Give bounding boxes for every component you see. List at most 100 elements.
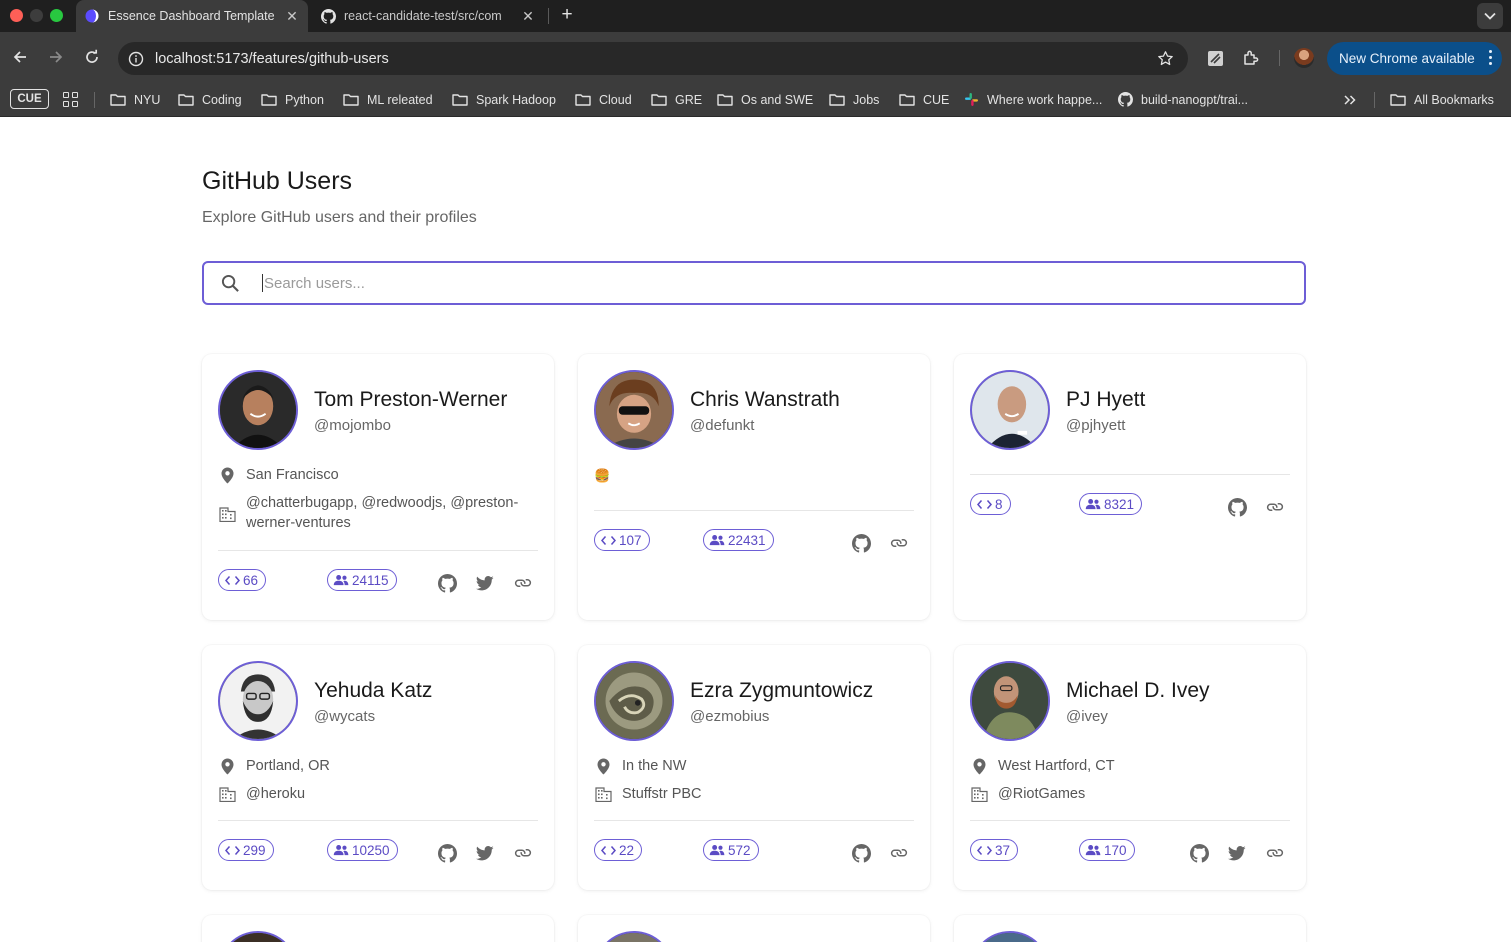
website-link[interactable]	[1264, 842, 1286, 864]
tab-title: react-candidate-test/src/com	[344, 9, 502, 23]
avatar[interactable]	[594, 661, 674, 741]
user-card[interactable]: Michael D. Ivey @ivey West Hartford, CT …	[954, 645, 1306, 890]
followers-count: 22431	[728, 532, 766, 548]
twitter-link[interactable]	[474, 572, 496, 594]
bookmark-folder-nyu[interactable]: NYU	[110, 82, 160, 117]
reload-button[interactable]	[80, 45, 104, 69]
bookmark-folder-cue[interactable]: CUE	[899, 82, 949, 117]
avatar[interactable]	[594, 370, 674, 450]
bookmark-folder-cloud[interactable]: Cloud	[575, 82, 632, 117]
avatar[interactable]	[970, 931, 1050, 942]
github-profile-link[interactable]	[1188, 842, 1210, 864]
followers-badge[interactable]: 10250	[327, 839, 398, 861]
browser-tab-strip: Essence Dashboard Template ✕ react-candi…	[0, 0, 1511, 32]
all-bookmarks-folder[interactable]: All Bookmarks	[1390, 82, 1494, 117]
browser-toolbar: localhost:5173/features/github-users New…	[0, 32, 1511, 82]
user-card[interactable]: Chris Wanstrath @defunkt 🍔 107 22431	[578, 354, 930, 620]
more-bookmarks-button[interactable]	[1343, 82, 1357, 117]
close-tab-icon[interactable]: ✕	[284, 8, 300, 24]
people-icon	[333, 843, 349, 857]
bookmark-github[interactable]: build-nanogpt/trai...	[1118, 82, 1248, 117]
card-divider	[218, 550, 538, 551]
avatar[interactable]	[594, 931, 674, 942]
github-profile-link[interactable]	[436, 572, 458, 594]
address-bar[interactable]: localhost:5173/features/github-users	[118, 42, 1188, 75]
github-profile-link[interactable]	[850, 842, 872, 864]
user-card[interactable]: Tom Preston-Werner @mojombo San Francisc…	[202, 354, 554, 620]
website-link[interactable]	[512, 572, 534, 594]
user-card[interactable]: Yehuda Katz @wycats Portland, OR @heroku…	[202, 645, 554, 890]
extension-icon[interactable]	[1205, 48, 1225, 68]
followers-badge[interactable]: 170	[1079, 839, 1135, 861]
github-profile-link[interactable]	[436, 842, 458, 864]
user-card[interactable]	[578, 915, 930, 942]
github-profile-link[interactable]	[1226, 496, 1248, 518]
url-text: localhost:5173/features/github-users	[155, 50, 389, 67]
search-input[interactable]	[264, 274, 1164, 292]
twitter-link[interactable]	[474, 842, 496, 864]
website-link[interactable]	[1264, 496, 1286, 518]
cue-bookmark[interactable]: CUE	[10, 89, 49, 109]
repos-badge[interactable]: 8	[970, 493, 1011, 515]
followers-badge[interactable]: 24115	[327, 569, 397, 591]
bookmark-folder-jobs[interactable]: Jobs	[829, 82, 879, 117]
bookmark-folder-coding[interactable]: Coding	[178, 82, 242, 117]
repos-badge[interactable]: 66	[218, 569, 267, 591]
browser-tab[interactable]: react-candidate-test/src/com ✕	[312, 0, 544, 32]
chrome-update-button[interactable]: New Chrome available	[1327, 42, 1502, 75]
repos-badge[interactable]: 299	[218, 839, 274, 861]
new-tab-button[interactable]: +	[556, 4, 578, 26]
repos-badge[interactable]: 37	[970, 839, 1019, 861]
minimize-window-button[interactable]	[30, 9, 43, 22]
back-button[interactable]	[8, 45, 32, 69]
twitter-link[interactable]	[1226, 842, 1248, 864]
avatar[interactable]	[218, 661, 298, 741]
user-card[interactable]	[202, 915, 554, 942]
repos-badge[interactable]: 107	[594, 529, 650, 551]
repos-badge[interactable]: 22	[594, 839, 643, 861]
browser-tab-active[interactable]: Essence Dashboard Template ✕	[76, 0, 308, 32]
search-box[interactable]	[202, 261, 1306, 305]
avatar[interactable]	[218, 370, 298, 450]
website-link[interactable]	[888, 842, 910, 864]
repos-count: 8	[995, 496, 1003, 512]
github-profile-link[interactable]	[850, 532, 872, 554]
bookmark-folder-python[interactable]: Python	[261, 82, 324, 117]
folder-icon	[575, 94, 591, 106]
slack-icon	[965, 93, 978, 106]
bookmark-slack[interactable]: Where work happe...	[964, 82, 1102, 117]
site-info-icon[interactable]	[128, 51, 144, 67]
website-link[interactable]	[512, 842, 534, 864]
avatar[interactable]	[218, 931, 298, 942]
bookmark-folder-gre[interactable]: GRE	[651, 82, 702, 117]
bookmark-folder-spark[interactable]: Spark Hadoop	[452, 82, 556, 117]
essence-logo-icon	[84, 8, 100, 24]
profile-avatar[interactable]	[1294, 48, 1314, 68]
avatar[interactable]	[970, 661, 1050, 741]
bookmarks-separator	[1374, 92, 1375, 108]
tab-search-button[interactable]	[1477, 3, 1503, 29]
more-menu-icon[interactable]	[1489, 50, 1492, 65]
user-card[interactable]	[954, 915, 1306, 942]
code-icon	[224, 843, 240, 857]
location-row: San Francisco	[218, 465, 538, 485]
repos-count: 22	[619, 842, 635, 858]
location-text: West Hartford, CT	[998, 758, 1115, 774]
bookmark-folder-os[interactable]: Os and SWE	[717, 82, 813, 117]
followers-badge[interactable]: 572	[703, 839, 759, 861]
followers-badge[interactable]: 8321	[1079, 493, 1143, 515]
forward-button[interactable]	[44, 45, 68, 69]
apps-grid-icon[interactable]	[63, 92, 78, 107]
user-card[interactable]: Ezra Zygmuntowicz @ezmobius In the NW St…	[578, 645, 930, 890]
puzzle-icon[interactable]	[1241, 48, 1261, 68]
close-tab-icon[interactable]: ✕	[520, 8, 536, 24]
maximize-window-button[interactable]	[50, 9, 63, 22]
followers-badge[interactable]: 22431	[703, 529, 774, 551]
close-window-button[interactable]	[10, 9, 23, 22]
repos-count: 107	[619, 532, 642, 548]
user-card[interactable]: PJ Hyett @pjhyett 8 8321	[954, 354, 1306, 620]
website-link[interactable]	[888, 532, 910, 554]
bookmark-folder-ml[interactable]: ML releated	[343, 82, 433, 117]
avatar[interactable]	[970, 370, 1050, 450]
bookmark-star-icon[interactable]	[1156, 50, 1174, 68]
